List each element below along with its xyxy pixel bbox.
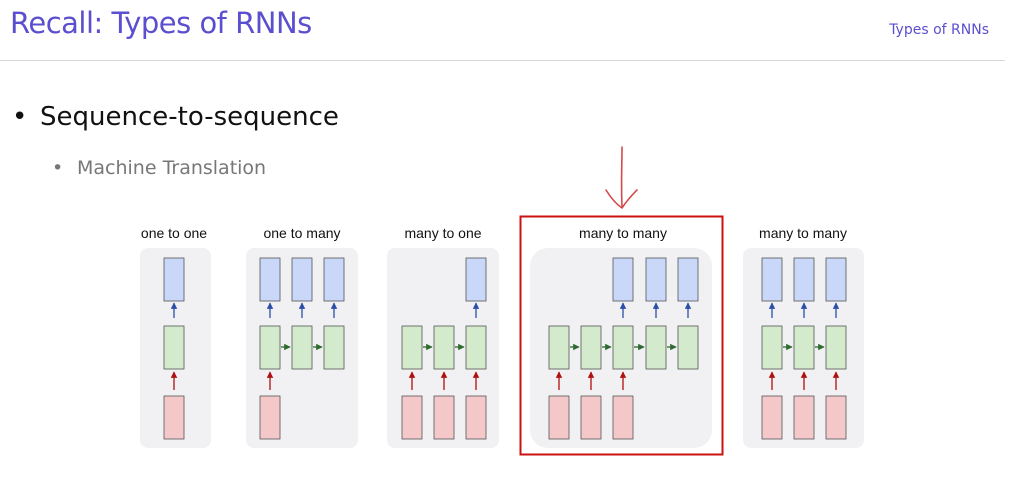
input-box xyxy=(548,395,570,440)
hidden-box xyxy=(612,325,634,370)
hidden-box xyxy=(677,325,699,370)
diagram-title-many-to-many-delayed: many to many xyxy=(579,225,667,241)
hidden-box xyxy=(825,325,847,370)
hidden-box xyxy=(323,325,345,370)
hidden-box xyxy=(291,325,313,370)
output-box xyxy=(291,257,313,302)
input-box xyxy=(465,395,487,440)
output-box xyxy=(793,257,815,302)
diagram-title-many-to-one: many to one xyxy=(404,225,481,241)
hidden-box xyxy=(645,325,667,370)
hidden-box xyxy=(793,325,815,370)
input-box xyxy=(163,395,185,440)
output-box xyxy=(465,257,487,302)
hidden-box xyxy=(163,325,185,370)
diagram-title-one-to-many: one to many xyxy=(263,225,340,241)
output-box xyxy=(825,257,847,302)
input-box xyxy=(793,395,815,440)
output-box xyxy=(677,257,699,302)
input-box xyxy=(761,395,783,440)
input-box xyxy=(580,395,602,440)
output-box xyxy=(163,257,185,302)
output-box xyxy=(612,257,634,302)
input-box xyxy=(259,395,281,440)
input-box xyxy=(401,395,423,440)
hidden-box xyxy=(259,325,281,370)
hidden-box xyxy=(761,325,783,370)
hidden-box xyxy=(401,325,423,370)
hidden-box xyxy=(433,325,455,370)
diagram-title-many-to-many-synced: many to many xyxy=(759,225,847,241)
output-box xyxy=(761,257,783,302)
rnn-types-figure: one to one one to many many to one many … xyxy=(140,146,864,456)
input-box xyxy=(825,395,847,440)
input-box xyxy=(433,395,455,440)
output-box xyxy=(323,257,345,302)
hidden-box xyxy=(580,325,602,370)
diagram-title-one-to-one: one to one xyxy=(141,225,207,241)
output-box xyxy=(645,257,667,302)
hidden-box xyxy=(465,325,487,370)
output-box xyxy=(259,257,281,302)
input-box xyxy=(612,395,634,440)
hidden-box xyxy=(548,325,570,370)
